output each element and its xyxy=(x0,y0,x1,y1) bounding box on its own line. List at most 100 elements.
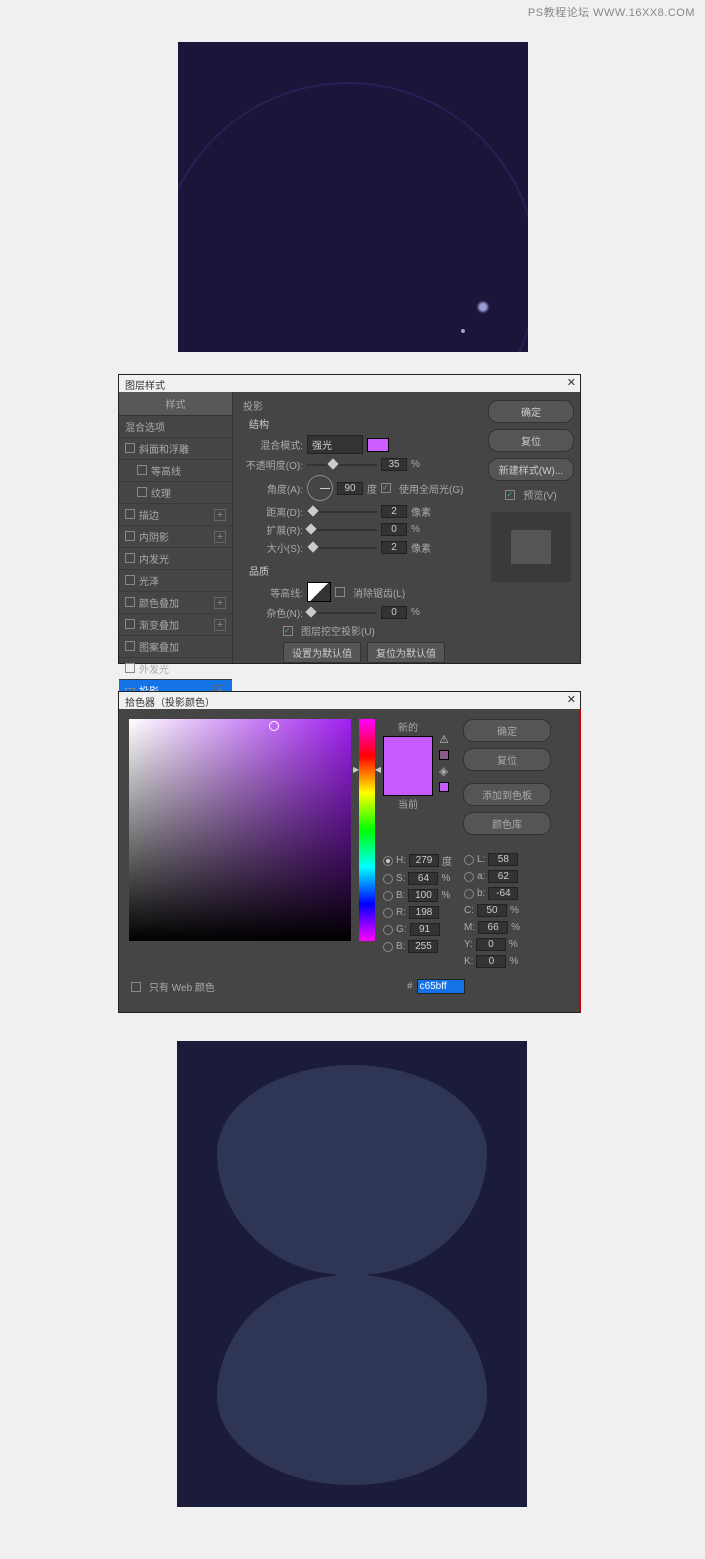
noise-slider[interactable] xyxy=(307,608,377,618)
size-input[interactable]: 2 xyxy=(381,541,407,554)
blend-mode-select[interactable]: 强光 xyxy=(307,435,363,454)
close-icon[interactable]: ✕ xyxy=(567,376,576,389)
opacity-slider[interactable] xyxy=(307,460,377,470)
g-input[interactable]: 91 xyxy=(410,923,440,936)
ok-button[interactable]: 确定 xyxy=(463,719,551,742)
warning-swatch[interactable] xyxy=(439,750,449,760)
radio-a[interactable] xyxy=(464,872,474,882)
hue-slider[interactable]: ▶◀ xyxy=(359,719,375,941)
s-input[interactable]: 64 xyxy=(408,872,438,885)
checkbox-icon[interactable] xyxy=(125,597,135,607)
radio-b[interactable] xyxy=(383,891,393,901)
edge-indicator xyxy=(579,709,581,1012)
item-inner-shadow[interactable]: 内阴影+ xyxy=(119,526,232,548)
color-swatch[interactable] xyxy=(367,438,389,452)
radio-s[interactable] xyxy=(383,874,393,884)
new-style-button[interactable]: 新建样式(W)... xyxy=(488,458,574,481)
item-stroke[interactable]: 描边+ xyxy=(119,504,232,526)
plus-icon[interactable]: + xyxy=(214,531,226,543)
color-lib-button[interactable]: 颜色库 xyxy=(463,812,551,835)
item-outer-glow[interactable]: 外发光 xyxy=(119,658,232,680)
ok-button[interactable]: 确定 xyxy=(488,400,574,423)
checkbox-icon[interactable] xyxy=(125,443,135,453)
make-default-button[interactable]: 设置为默认值 xyxy=(283,642,361,663)
checkbox-icon[interactable] xyxy=(125,531,135,541)
angle-input[interactable]: 90 xyxy=(337,482,363,495)
noise-input[interactable]: 0 xyxy=(381,606,407,619)
bb-input[interactable]: -64 xyxy=(488,887,518,900)
knockout-checkbox[interactable] xyxy=(283,626,293,636)
checkbox-icon[interactable] xyxy=(125,509,135,519)
item-contour[interactable]: 等高线 xyxy=(119,460,232,482)
checkbox-icon[interactable] xyxy=(137,465,147,475)
distance-input[interactable]: 2 xyxy=(381,505,407,518)
websafe-swatch[interactable] xyxy=(439,782,449,792)
plus-icon[interactable]: + xyxy=(214,597,226,609)
h-input[interactable]: 279 xyxy=(409,854,439,867)
dialog-titlebar[interactable]: 拾色器（投影颜色） ✕ xyxy=(119,692,580,709)
reset-button[interactable]: 复位 xyxy=(488,429,574,452)
item-color-overlay[interactable]: 颜色叠加+ xyxy=(119,592,232,614)
item-blend-options[interactable]: 混合选项 xyxy=(119,416,232,438)
item-bevel[interactable]: 斜面和浮雕 xyxy=(119,438,232,460)
dialog-title: 拾色器（投影颜色） xyxy=(125,698,215,709)
item-texture[interactable]: 纹理 xyxy=(119,482,232,504)
radio-g[interactable] xyxy=(383,925,393,935)
item-gradient-overlay[interactable]: 渐变叠加+ xyxy=(119,614,232,636)
a-input[interactable]: 62 xyxy=(488,870,518,883)
bv-input[interactable]: 100 xyxy=(408,889,438,902)
radio-bb[interactable] xyxy=(464,889,474,899)
preview-checkbox[interactable] xyxy=(505,490,515,500)
radio-r[interactable] xyxy=(383,908,393,918)
r-input[interactable]: 198 xyxy=(409,906,439,919)
y-input[interactable]: 0 xyxy=(476,938,506,951)
radio-h[interactable] xyxy=(383,856,393,866)
reset-button[interactable]: 复位 xyxy=(463,748,551,771)
spread-slider[interactable] xyxy=(307,525,377,535)
spread-input[interactable]: 0 xyxy=(381,523,407,536)
checkbox-icon[interactable] xyxy=(125,553,135,563)
cube-icon[interactable]: ◈ xyxy=(439,764,449,778)
close-icon[interactable]: ✕ xyxy=(567,693,576,706)
l-input[interactable]: 58 xyxy=(488,853,518,866)
angle-dial[interactable] xyxy=(307,475,333,501)
contour-label: 等高线: xyxy=(243,585,303,600)
add-swatch-button[interactable]: 添加到色板 xyxy=(463,783,551,806)
web-only-checkbox[interactable] xyxy=(131,982,141,992)
h-label: H: xyxy=(396,855,406,866)
radio-l[interactable] xyxy=(464,855,474,865)
checkbox-icon[interactable] xyxy=(125,663,135,673)
distance-label: 距离(D): xyxy=(243,504,303,519)
size-slider[interactable] xyxy=(307,543,377,553)
reset-default-button[interactable]: 复位为默认值 xyxy=(367,642,445,663)
k-input[interactable]: 0 xyxy=(476,955,506,968)
checkbox-icon[interactable] xyxy=(125,619,135,629)
opacity-input[interactable]: 35 xyxy=(381,458,407,471)
checkbox-icon[interactable] xyxy=(125,641,135,651)
dialog-buttons-panel: 确定 复位 新建样式(W)... 预览(V) xyxy=(482,392,580,663)
glow-dot-small xyxy=(461,329,465,333)
radio-bl[interactable] xyxy=(383,942,393,952)
warning-icon[interactable]: ⚠ xyxy=(439,733,449,746)
c-input[interactable]: 50 xyxy=(477,904,507,917)
antialias-checkbox[interactable] xyxy=(335,587,345,597)
c-label: C: xyxy=(464,905,474,916)
item-pattern-overlay[interactable]: 图案叠加 xyxy=(119,636,232,658)
item-satin[interactable]: 光泽 xyxy=(119,570,232,592)
item-inner-glow[interactable]: 内发光 xyxy=(119,548,232,570)
contour-preset[interactable] xyxy=(307,582,331,602)
global-light-checkbox[interactable] xyxy=(381,483,391,493)
y-label: Y: xyxy=(464,939,473,950)
color-preview[interactable] xyxy=(383,736,433,796)
dialog-titlebar[interactable]: 图层样式 ✕ xyxy=(119,375,580,392)
b-input[interactable]: 255 xyxy=(408,940,438,953)
plus-icon[interactable]: + xyxy=(214,619,226,631)
checkbox-icon[interactable] xyxy=(125,575,135,585)
hex-input[interactable]: c65bff xyxy=(417,979,465,994)
color-field[interactable] xyxy=(129,719,351,941)
plus-icon[interactable]: + xyxy=(214,509,226,521)
distance-slider[interactable] xyxy=(307,507,377,517)
b-label: B: xyxy=(396,941,405,952)
m-input[interactable]: 66 xyxy=(478,921,508,934)
checkbox-icon[interactable] xyxy=(137,487,147,497)
